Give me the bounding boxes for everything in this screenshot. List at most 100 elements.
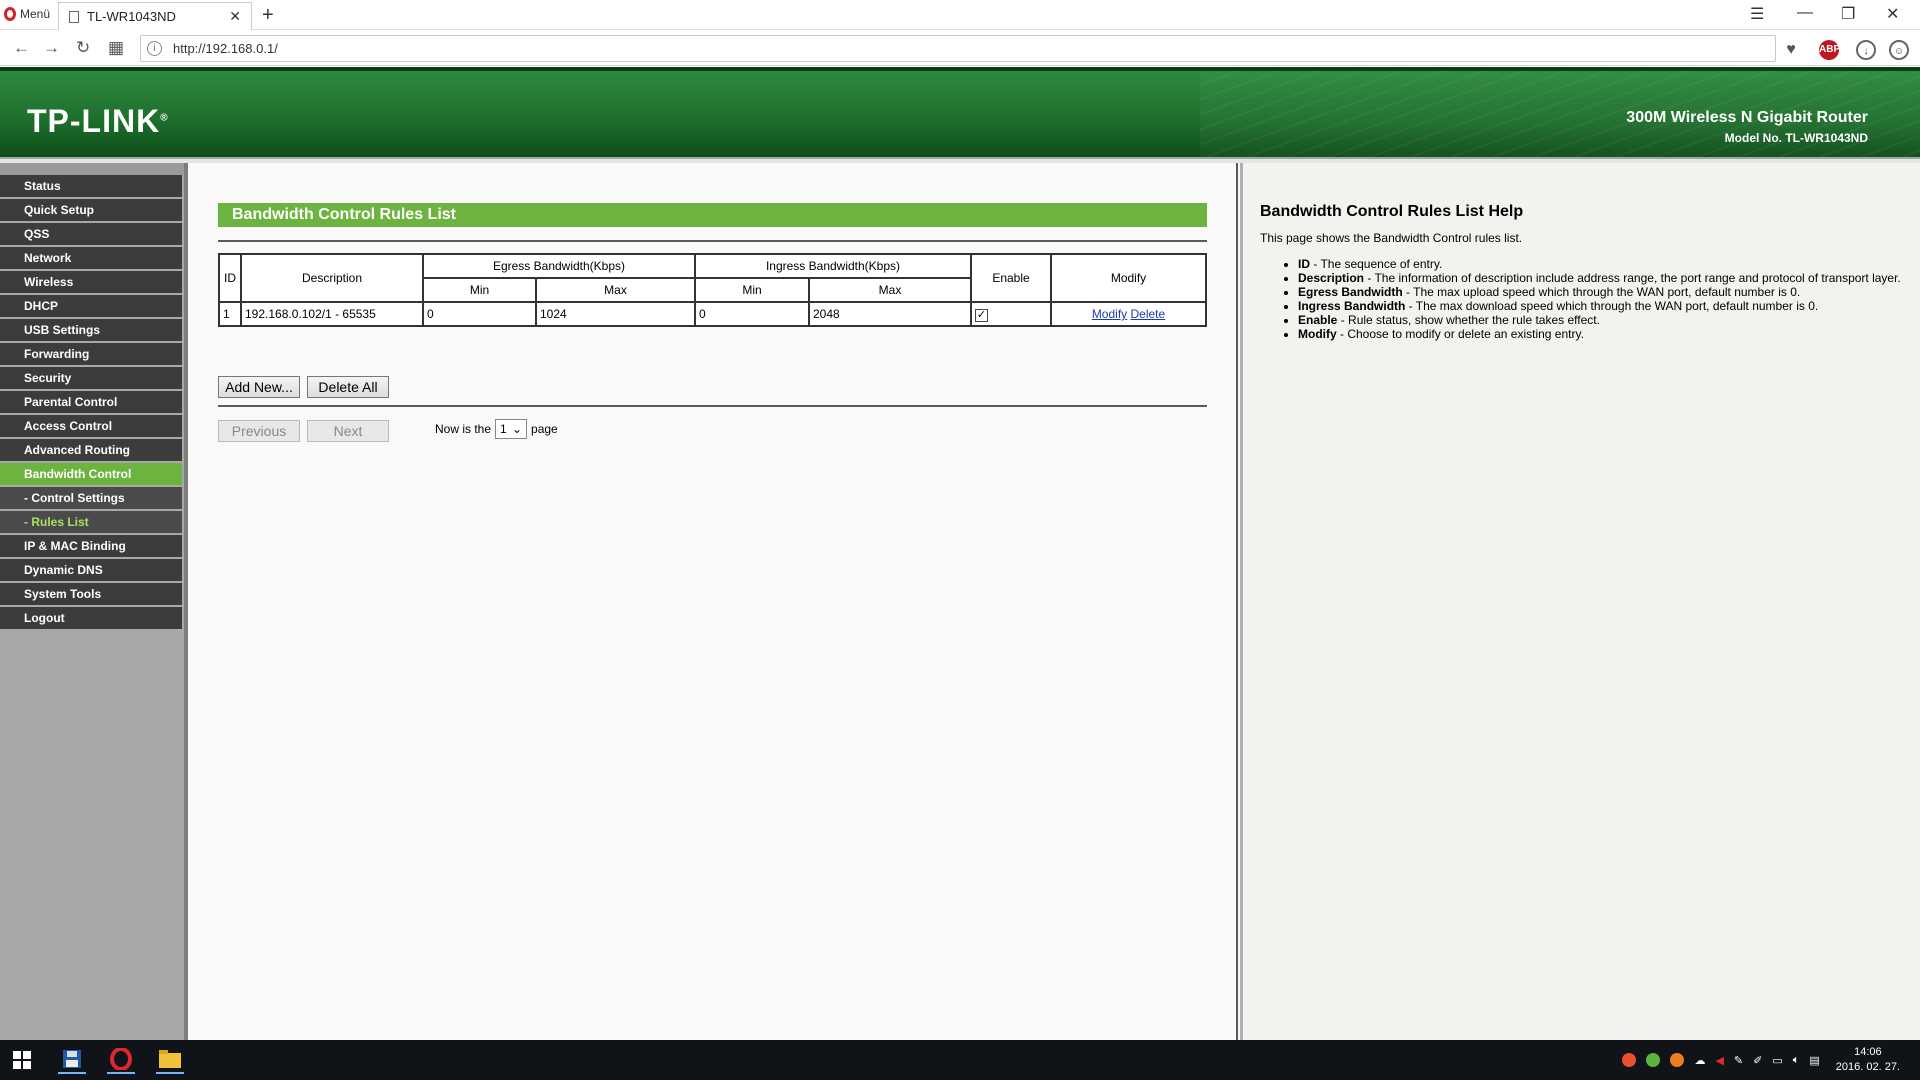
clock-date: 2016. 02. 27. xyxy=(1835,1061,1900,1073)
delete-all-button[interactable]: Delete All xyxy=(307,376,389,398)
help-text: - The max download speed which through t… xyxy=(1405,299,1819,313)
update-icon[interactable] xyxy=(1622,1053,1637,1067)
modify-link[interactable]: Modify xyxy=(1092,307,1127,321)
nav-rules-list[interactable]: - Rules List xyxy=(0,511,182,533)
cloud-icon[interactable]: ☁ xyxy=(1694,1054,1705,1067)
nav-wireless[interactable]: Wireless xyxy=(0,271,182,293)
volume-icon[interactable]: 🔈︎ xyxy=(1793,1054,1800,1067)
file-explorer-icon[interactable] xyxy=(156,1046,184,1074)
rules-table: ID Description Egress Bandwidth(Kbps) In… xyxy=(218,253,1207,327)
windows-start-icon[interactable] xyxy=(8,1046,36,1074)
nav-quick-setup[interactable]: Quick Setup xyxy=(0,199,182,221)
nav-forwarding[interactable]: Forwarding xyxy=(0,343,182,365)
help-text: - The max upload speed which through the… xyxy=(1402,285,1801,299)
nav-dynamic-dns[interactable]: Dynamic DNS xyxy=(0,559,182,581)
reload-icon[interactable]: ↻ xyxy=(76,38,90,58)
page-selector: Now is the 1 ⌄ page xyxy=(435,419,558,439)
nav-logout[interactable]: Logout xyxy=(0,607,182,629)
opera-menu-button[interactable]: Menü xyxy=(0,0,56,28)
help-text: - Choose to modify or delete an existing… xyxy=(1336,327,1584,341)
windows-taskbar: ☁ ◀ ✎ ✐ ▭ 🔈︎ ▤ 14:06 2016. 02. 27. xyxy=(0,1040,1920,1080)
tab-menu-icon[interactable]: ☰ xyxy=(1750,4,1764,24)
page-select-value: 1 xyxy=(500,422,507,436)
address-toolbar: ← → ↻ ▦ i http://192.168.0.1/ ♥ ABP ↓ ☺ xyxy=(0,31,1920,66)
nav-network[interactable]: Network xyxy=(0,247,182,269)
tab-title: TL-WR1043ND xyxy=(87,9,176,24)
enable-checkbox[interactable]: ✓ xyxy=(975,308,988,322)
page-icon xyxy=(69,10,79,23)
nav-bandwidth-control[interactable]: Bandwidth Control xyxy=(0,463,182,485)
help-item: Ingress Bandwidth - The max download spe… xyxy=(1298,299,1912,313)
previous-button[interactable]: Previous xyxy=(218,420,300,442)
save-app-icon[interactable] xyxy=(58,1046,86,1074)
nav-ip-mac-binding[interactable]: IP & MAC Binding xyxy=(0,535,182,557)
system-tray: ☁ ◀ ✎ ✐ ▭ 🔈︎ ▤ 14:06 2016. 02. 27. xyxy=(1622,1040,1900,1080)
tools-icon[interactable]: ✎ xyxy=(1734,1054,1743,1067)
account-icon[interactable]: ☺ xyxy=(1889,40,1909,60)
speaker-mute-icon[interactable]: ◀ xyxy=(1715,1054,1723,1067)
restore-icon[interactable]: ❐ xyxy=(1841,4,1855,24)
help-list: ID - The sequence of entry. Description … xyxy=(1260,257,1912,341)
network-icon[interactable]: ▭ xyxy=(1772,1054,1782,1067)
header-id: ID xyxy=(218,253,242,303)
clock[interactable]: 14:06 2016. 02. 27. xyxy=(1836,1045,1900,1075)
help-panel: Bandwidth Control Rules List Help This p… xyxy=(1240,163,1920,1040)
adblock-icon[interactable]: ABP xyxy=(1819,40,1840,60)
table-header-row: ID Description Egress Bandwidth(Kbps) In… xyxy=(218,253,1207,303)
opera-app-icon[interactable] xyxy=(107,1046,135,1074)
help-intro: This page shows the Bandwidth Control ru… xyxy=(1260,231,1523,245)
back-icon[interactable]: ← xyxy=(13,38,30,58)
nav-dhcp[interactable]: DHCP xyxy=(0,295,182,317)
forward-icon[interactable]: → xyxy=(43,38,60,58)
pager-divider xyxy=(218,405,1207,407)
nav-usb-settings[interactable]: USB Settings xyxy=(0,319,182,341)
close-window-icon[interactable]: ✕ xyxy=(1886,4,1899,24)
header-egress: Egress Bandwidth(Kbps) xyxy=(422,253,696,279)
cell-modify: Modify Delete xyxy=(1050,301,1207,327)
help-term: Modify xyxy=(1298,327,1337,341)
router-page: TP-LINK® 300M Wireless N Gigabit Router … xyxy=(0,67,1920,1040)
add-new-button[interactable]: Add New... xyxy=(218,376,300,398)
nav-system-tools[interactable]: System Tools xyxy=(0,583,182,605)
cell-id: 1 xyxy=(218,301,242,327)
help-term: Enable xyxy=(1298,313,1338,327)
table-row: 1 192.168.0.102/1 - 65535 0 1024 0 2048 … xyxy=(218,301,1207,327)
tab-close-icon[interactable]: ✕ xyxy=(229,8,241,25)
help-term: Ingress Bandwidth xyxy=(1298,299,1406,313)
header-description: Description xyxy=(240,253,424,303)
help-text: - The sequence of entry. xyxy=(1310,257,1443,271)
flash-icon[interactable] xyxy=(1670,1053,1685,1067)
nav-control-settings[interactable]: - Control Settings xyxy=(0,487,182,509)
cell-description: 192.168.0.102/1 - 65535 xyxy=(240,301,424,327)
nav-security[interactable]: Security xyxy=(0,367,182,389)
new-tab-button[interactable]: + xyxy=(262,4,274,27)
delete-link[interactable]: Delete xyxy=(1131,307,1166,321)
speed-dial-icon[interactable]: ▦ xyxy=(108,38,124,58)
next-button[interactable]: Next xyxy=(307,420,389,442)
nav-access-control[interactable]: Access Control xyxy=(0,415,182,437)
browser-tab[interactable]: TL-WR1043ND ✕ xyxy=(58,2,252,30)
page-select[interactable]: 1 ⌄ xyxy=(495,419,528,439)
cell-enable: ✓ xyxy=(970,301,1052,327)
url-field[interactable]: i http://192.168.0.1/ xyxy=(140,35,1776,62)
url-text: http://192.168.0.1/ xyxy=(173,41,278,56)
site-info-icon[interactable]: i xyxy=(147,41,162,56)
evernote-icon[interactable] xyxy=(1646,1053,1661,1067)
nav-parental-control[interactable]: Parental Control xyxy=(0,391,182,413)
help-item: Description - The information of descrip… xyxy=(1298,271,1912,285)
nav-advanced-routing[interactable]: Advanced Routing xyxy=(0,439,182,461)
header-ingress-max: Max xyxy=(808,277,972,303)
nav-qss[interactable]: QSS xyxy=(0,223,182,245)
header-egress-min: Min xyxy=(422,277,537,303)
notification-icon[interactable]: ▤ xyxy=(1809,1054,1819,1067)
nav-status[interactable]: Status xyxy=(0,175,182,197)
heart-icon[interactable]: ♥ xyxy=(1781,40,1801,60)
download-icon[interactable]: ↓ xyxy=(1856,40,1876,60)
help-item: ID - The sequence of entry. xyxy=(1298,257,1912,271)
cell-ingress-min: 0 xyxy=(694,301,810,327)
pen-icon[interactable]: ✐ xyxy=(1753,1054,1762,1067)
pager-prefix: Now is the xyxy=(435,422,492,436)
left-navigation: Status Quick Setup QSS Network Wireless … xyxy=(0,163,188,1040)
logo-text: TP-LINK xyxy=(27,103,161,139)
minimize-icon[interactable]: — xyxy=(1797,4,1813,22)
